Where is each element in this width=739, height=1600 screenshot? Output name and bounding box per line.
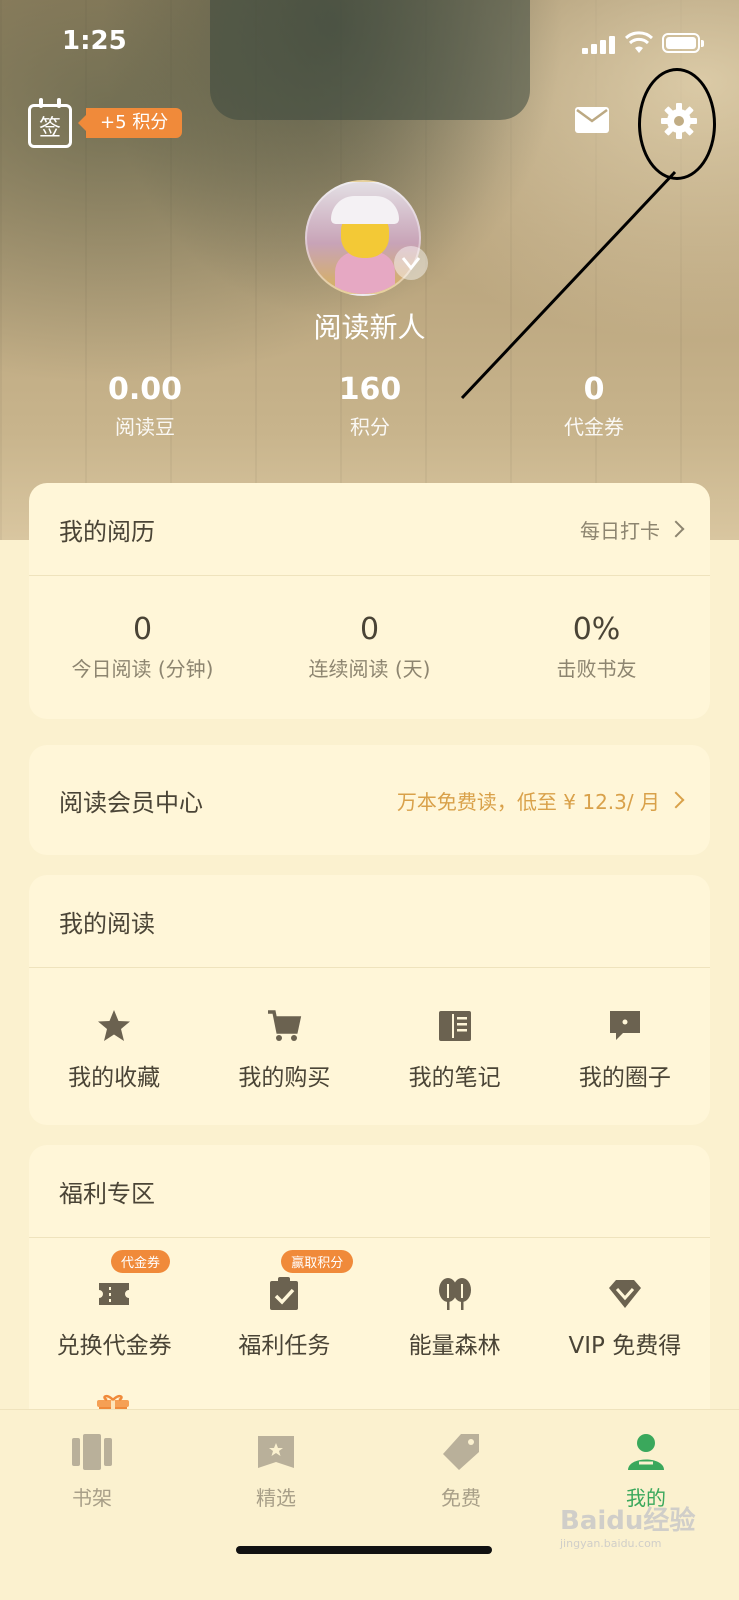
beat-friends-stat: 0% 击败书友 <box>483 612 710 682</box>
grid-label: 我的笔记 <box>408 1065 501 1091</box>
status-bar: 1:25 <box>0 0 739 90</box>
member-promo-text: 万本免费读，低至 ¥ 12.3/ 月 <box>396 789 660 814</box>
today-reading-stat: 0 今日阅读 (分钟) <box>29 612 256 682</box>
stat-label: 代金券 <box>564 415 624 439</box>
card-title: 我的阅读 <box>59 909 155 938</box>
earn-points-tag: 赢取积分 <box>281 1250 354 1273</box>
vip-chevron-icon <box>394 246 428 280</box>
tab-label: 精选 <box>256 1486 296 1510</box>
battery-icon <box>662 33 704 53</box>
profile-icon <box>628 1434 664 1470</box>
home-indicator[interactable] <box>236 1546 492 1554</box>
card-title: 我的阅历 <box>59 517 155 546</box>
chat-bubble-icon <box>609 1011 640 1040</box>
mail-icon[interactable] <box>575 107 609 133</box>
watermark-brand: Baidu经验 <box>560 1506 696 1536</box>
redeem-voucher-button[interactable]: 代金券 兑换代金券 <box>29 1250 199 1360</box>
stat-label: 积分 <box>350 415 390 439</box>
check-in-calendar-icon[interactable]: 签 <box>28 98 72 148</box>
bookshelf-icon <box>72 1434 112 1470</box>
stat-value: 0 <box>583 372 605 407</box>
voucher-tag: 代金券 <box>111 1250 171 1273</box>
my-purchases-button[interactable]: 我的购买 <box>199 1008 369 1092</box>
stat-value: 0 <box>132 612 153 647</box>
member-center-card[interactable]: 阅读会员中心 万本免费读，低至 ¥ 12.3/ 月 <box>29 745 710 855</box>
tab-label: 免费 <box>441 1486 481 1510</box>
stat-value: 0 <box>359 612 380 647</box>
annotation-circle <box>638 68 716 180</box>
check-in-glyph: 签 <box>38 116 61 141</box>
wifi-icon <box>625 31 653 53</box>
chevron-right-icon <box>667 520 685 538</box>
stat-label: 阅读豆 <box>115 415 175 439</box>
grid-label: 我的圈子 <box>578 1065 671 1091</box>
grid-label: VIP 免费得 <box>568 1333 682 1359</box>
tab-bookshelf[interactable]: 书架 <box>32 1432 152 1511</box>
tab-free[interactable]: 免费 <box>401 1432 521 1511</box>
daily-checkin-link[interactable]: 每日打卡 <box>580 515 685 544</box>
card-title: 福利专区 <box>59 1179 155 1208</box>
welfare-tasks-button[interactable]: 赢取积分 福利任务 <box>199 1250 369 1360</box>
grid-label: 我的收藏 <box>68 1065 161 1091</box>
grid-label: 能量森林 <box>408 1333 501 1359</box>
stat-value: 0% <box>572 612 621 647</box>
star-icon <box>98 1010 131 1041</box>
ticket-icon <box>99 1283 130 1305</box>
grid-label: 我的购买 <box>238 1065 331 1091</box>
trees-icon <box>438 1278 471 1310</box>
notebook-icon <box>438 1011 471 1041</box>
featured-book-icon <box>258 1436 294 1468</box>
member-promo-link[interactable]: 万本免费读，低至 ¥ 12.3/ 月 <box>396 786 685 815</box>
card-title: 阅读会员中心 <box>59 788 203 817</box>
status-time: 1:25 <box>62 26 127 56</box>
cart-icon <box>268 1010 302 1041</box>
my-notes-button[interactable]: 我的笔记 <box>370 1008 540 1092</box>
stat-label: 击败书友 <box>556 657 637 681</box>
price-tag-icon <box>443 1434 479 1470</box>
watermark: Baidu经验 jingyan.baidu.com <box>560 1500 695 1550</box>
stat-value: 0.00 <box>107 372 183 407</box>
energy-forest-button[interactable]: 能量森林 <box>370 1276 540 1360</box>
tab-label: 书架 <box>72 1486 112 1510</box>
watermark-url: jingyan.baidu.com <box>560 1537 662 1550</box>
grid-label: 福利任务 <box>238 1333 331 1359</box>
stat-label: 今日阅读 (分钟) <box>71 657 214 681</box>
task-clipboard-icon <box>270 1277 299 1310</box>
my-favorites-button[interactable]: 我的收藏 <box>29 1008 199 1092</box>
my-reading-card: 我的阅读 我的收藏 我的购买 我的笔记 我的圈子 <box>29 875 710 1125</box>
points-reward-badge[interactable]: +5 积分 <box>77 108 183 138</box>
chevron-right-icon <box>667 791 685 809</box>
cellular-signal-icon <box>582 34 618 54</box>
daily-checkin-label: 每日打卡 <box>580 518 660 543</box>
reading-history-card: 我的阅历 每日打卡 0 今日阅读 (分钟) 0 连续阅读 (天) 0% 击败书友 <box>29 483 710 719</box>
stat-points[interactable]: 160 积分 <box>290 372 450 440</box>
stat-reading-beans[interactable]: 0.00 阅读豆 <box>65 372 225 440</box>
streak-reading-stat: 0 连续阅读 (天) <box>256 612 483 682</box>
tab-featured[interactable]: 精选 <box>216 1432 336 1511</box>
stat-label: 连续阅读 (天) <box>308 657 431 681</box>
welfare-zone-card: 福利专区 代金券 兑换代金券 赢取积分 福利任务 能量森林 VIP 免费得 <box>29 1145 710 1445</box>
vip-free-button[interactable]: VIP 免费得 <box>540 1276 710 1360</box>
my-circles-button[interactable]: 我的圈子 <box>540 1008 710 1092</box>
stat-value: 160 <box>338 372 402 407</box>
username[interactable]: 阅读新人 <box>0 306 739 346</box>
stat-vouchers[interactable]: 0 代金券 <box>514 372 674 440</box>
grid-label: 兑换代金券 <box>56 1333 172 1359</box>
diamond-icon <box>608 1280 641 1308</box>
